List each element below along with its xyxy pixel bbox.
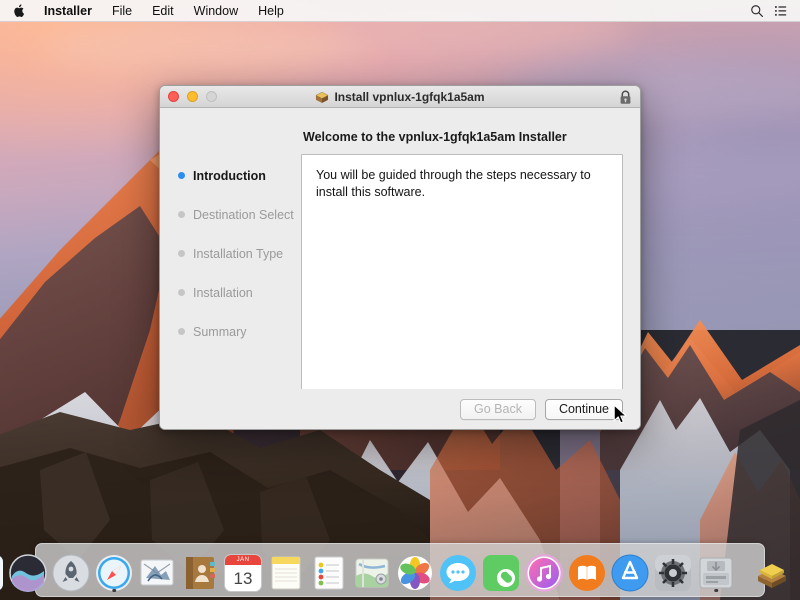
dock-item-system-preferences[interactable]	[654, 546, 692, 592]
photos-icon	[396, 554, 434, 592]
maps-icon	[353, 554, 391, 592]
menu-bar[interactable]: Installer File Edit Window Help	[0, 0, 800, 22]
window-title-text: Install vpnlux-1gfqk1a5am	[334, 90, 485, 104]
installer-footer: Go Back Continue	[160, 389, 640, 429]
dock-item-mail[interactable]	[138, 546, 176, 592]
reminders-icon	[310, 554, 348, 592]
running-indicator	[112, 588, 116, 592]
continue-button[interactable]: Continue	[544, 398, 623, 420]
dock[interactable]: JAN 13	[0, 543, 786, 597]
window-titlebar[interactable]: Install vpnlux-1gfqk1a5am	[160, 86, 640, 108]
contacts-icon	[181, 554, 219, 592]
dock-item-trash[interactable]	[796, 546, 800, 592]
step-destination-select: Destination Select	[178, 205, 301, 225]
system-preferences-icon	[654, 554, 692, 592]
dock-item-maps[interactable]	[353, 546, 391, 592]
step-dot-icon	[178, 289, 185, 297]
go-back-button[interactable]: Go Back	[460, 398, 536, 420]
app-store-icon	[611, 554, 649, 592]
calendar-day: 13	[233, 568, 253, 588]
facetime-icon	[482, 554, 520, 592]
zoom-button	[206, 91, 217, 102]
menu-item-edit[interactable]: Edit	[142, 0, 184, 22]
finder-icon	[0, 554, 4, 592]
apple-logo-icon[interactable]	[8, 3, 34, 18]
dock-item-itunes[interactable]	[525, 546, 563, 592]
step-dot-icon	[178, 172, 185, 180]
window-body: Introduction Destination Select Installa…	[160, 108, 640, 429]
dock-item-reminders[interactable]	[310, 546, 348, 592]
dock-item-finder[interactable]	[0, 546, 4, 592]
step-label: Introduction	[193, 168, 266, 183]
package-stack-icon	[753, 554, 791, 592]
step-introduction: Introduction	[178, 166, 301, 186]
close-button[interactable]	[168, 91, 179, 102]
menu-item-window[interactable]: Window	[184, 0, 248, 22]
mail-icon	[138, 554, 176, 592]
siri-icon	[9, 554, 47, 592]
step-summary: Summary	[178, 322, 301, 342]
itunes-icon	[525, 554, 563, 592]
launchpad-icon	[52, 554, 90, 592]
dock-item-notes[interactable]	[267, 546, 305, 592]
step-installation: Installation	[178, 283, 301, 303]
menu-item-installer[interactable]: Installer	[34, 0, 102, 22]
content-heading: Welcome to the vpnlux-1gfqk1a5am Install…	[303, 130, 567, 144]
dock-item-siri[interactable]	[9, 546, 47, 592]
minimize-button[interactable]	[187, 91, 198, 102]
menu-bar-left: Installer File Edit Window Help	[0, 0, 294, 22]
installer-content-pane: Welcome to the vpnlux-1gfqk1a5am Install…	[301, 108, 640, 429]
step-dot-icon	[178, 250, 185, 258]
lock-icon[interactable]	[619, 90, 632, 105]
menu-item-file[interactable]: File	[102, 0, 142, 22]
dock-item-messages[interactable]	[439, 546, 477, 592]
installer-steps-sidebar: Introduction Destination Select Installa…	[160, 108, 301, 429]
running-indicator	[714, 588, 718, 592]
dock-item-calendar[interactable]: JAN 13	[224, 546, 262, 592]
calendar-month: JAN	[225, 555, 261, 565]
control-center-icon[interactable]	[771, 1, 791, 21]
content-body-text: You will be guided through the steps nec…	[316, 168, 591, 200]
dock-item-app-store[interactable]	[611, 546, 649, 592]
step-label: Installation	[193, 285, 253, 300]
trash-icon	[796, 554, 800, 592]
notes-icon	[267, 554, 305, 592]
installer-window[interactable]: Install vpnlux-1gfqk1a5am Introduction D…	[159, 85, 641, 430]
content-box: You will be guided through the steps nec…	[301, 154, 623, 426]
messages-icon	[439, 554, 477, 592]
step-label: Summary	[193, 324, 247, 339]
mouse-cursor	[613, 404, 627, 424]
dock-item-installer[interactable]	[697, 546, 735, 592]
step-label: Installation Type	[193, 246, 284, 261]
package-icon	[315, 91, 330, 103]
step-installation-type: Installation Type	[178, 244, 301, 264]
step-label: Destination Select	[193, 207, 294, 222]
window-controls	[160, 91, 217, 102]
dock-item-safari[interactable]	[95, 546, 133, 592]
menu-item-help[interactable]: Help	[248, 0, 294, 22]
menu-bar-right	[747, 1, 800, 21]
dock-item-photos[interactable]	[396, 546, 434, 592]
dock-item-contacts[interactable]	[181, 546, 219, 592]
dock-item-launchpad[interactable]	[52, 546, 90, 592]
dock-item-ibooks[interactable]	[568, 546, 606, 592]
window-title-group: Install vpnlux-1gfqk1a5am	[160, 86, 640, 108]
installer-app-icon	[697, 554, 735, 592]
safari-icon	[95, 554, 133, 592]
ibooks-icon	[568, 554, 606, 592]
dock-item-facetime[interactable]	[482, 546, 520, 592]
desktop-screen: Installer File Edit Window Help Install …	[0, 0, 800, 600]
step-dot-icon	[178, 328, 185, 336]
dock-item-package-stack[interactable]	[753, 546, 791, 592]
search-icon[interactable]	[747, 1, 767, 21]
step-dot-icon	[178, 211, 185, 219]
calendar-icon: JAN 13	[224, 554, 262, 592]
